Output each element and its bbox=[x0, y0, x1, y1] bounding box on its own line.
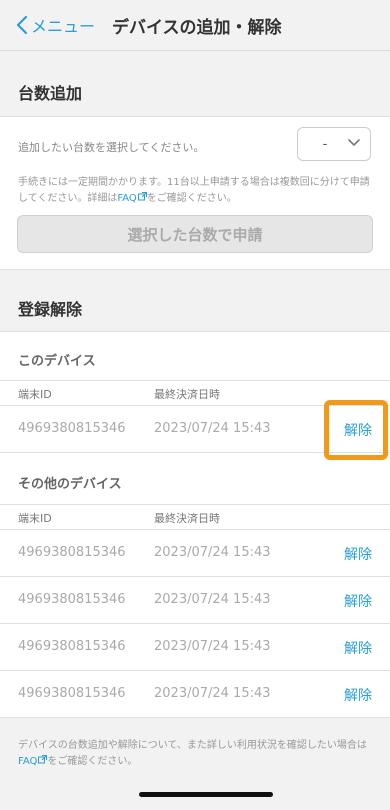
last-payment-date: 2023/07/24 15:43 bbox=[154, 592, 271, 607]
table-row: 4969380815346 2023/07/24 15:43 解除 bbox=[0, 530, 390, 577]
page-title: デバイスの追加・解除 bbox=[112, 18, 282, 38]
add-section-title: 台数追加 bbox=[18, 84, 83, 103]
device-id: 4969380815346 bbox=[18, 545, 126, 560]
column-header-date: 最終決済日時 bbox=[154, 512, 220, 525]
table-row: 4969380815346 2023/07/24 15:43 解除 bbox=[0, 671, 390, 718]
last-payment-date: 2023/07/24 15:43 bbox=[154, 421, 271, 436]
highlight-box bbox=[324, 400, 388, 460]
add-note-suffix: をご確認ください。 bbox=[146, 193, 237, 204]
table-row: 4969380815346 2023/07/24 15:43 解除 bbox=[0, 624, 390, 671]
faq-link-label: FAQ bbox=[18, 756, 38, 767]
this-device-title: このデバイス bbox=[18, 354, 96, 369]
remove-section-title: 登録解除 bbox=[18, 300, 83, 319]
device-id: 4969380815346 bbox=[18, 421, 126, 436]
faq-link-label: FAQ bbox=[117, 193, 137, 204]
other-devices-title: その他のデバイス bbox=[18, 477, 122, 492]
footer-text: デバイスの台数追加や解除について、また詳しい利用状況を確認したい場合は bbox=[18, 740, 367, 751]
table-row: 4969380815346 2023/07/24 15:43 解除 bbox=[0, 577, 390, 624]
device-count-select[interactable]: - bbox=[297, 127, 371, 161]
external-link-icon bbox=[137, 192, 147, 201]
table-header: 端末ID 最終決済日時 bbox=[0, 504, 390, 530]
column-header-id: 端末ID bbox=[18, 388, 52, 401]
remove-button[interactable]: 解除 bbox=[344, 591, 372, 611]
chevron-down-icon bbox=[348, 139, 360, 147]
apply-button[interactable]: 選択した台数で申請 bbox=[17, 215, 373, 253]
column-header-id: 端末ID bbox=[18, 512, 52, 525]
last-payment-date: 2023/07/24 15:43 bbox=[154, 545, 271, 560]
chevron-left-icon bbox=[16, 16, 28, 34]
footer-suffix: をご確認ください。 bbox=[47, 756, 138, 767]
last-payment-date: 2023/07/24 15:43 bbox=[154, 686, 271, 701]
back-label: メニュー bbox=[31, 17, 96, 36]
device-id: 4969380815346 bbox=[18, 686, 126, 701]
remove-button[interactable]: 解除 bbox=[344, 638, 372, 658]
footer-note: デバイスの台数追加や解除について、また詳しい利用状況を確認したい場合は FAQ をご… bbox=[18, 738, 373, 770]
device-id: 4969380815346 bbox=[18, 592, 126, 607]
faq-link[interactable]: FAQ bbox=[117, 192, 147, 204]
remove-button[interactable]: 解除 bbox=[344, 544, 372, 564]
remove-button[interactable]: 解除 bbox=[344, 685, 372, 705]
add-note: 手続きには一定期間かかります。11台以上申請する場合は複数回に分けて申請してくだ… bbox=[18, 175, 376, 207]
select-value: - bbox=[322, 136, 328, 152]
last-payment-date: 2023/07/24 15:43 bbox=[154, 639, 271, 654]
add-panel: 追加したい台数を選択してください。 - 手続きには一定期間かかります。11台以上… bbox=[0, 116, 390, 270]
home-indicator bbox=[139, 792, 273, 797]
column-header-date: 最終決済日時 bbox=[154, 388, 220, 401]
navigation-bar: メニュー デバイスの追加・解除 bbox=[0, 0, 390, 51]
faq-link[interactable]: FAQ bbox=[18, 755, 48, 767]
add-prompt: 追加したい台数を選択してください。 bbox=[18, 141, 205, 154]
remove-panel: このデバイス 端末ID 最終決済日時 4969380815346 2023/07… bbox=[0, 331, 390, 718]
back-button[interactable]: メニュー bbox=[16, 13, 95, 37]
device-id: 4969380815346 bbox=[18, 639, 126, 654]
